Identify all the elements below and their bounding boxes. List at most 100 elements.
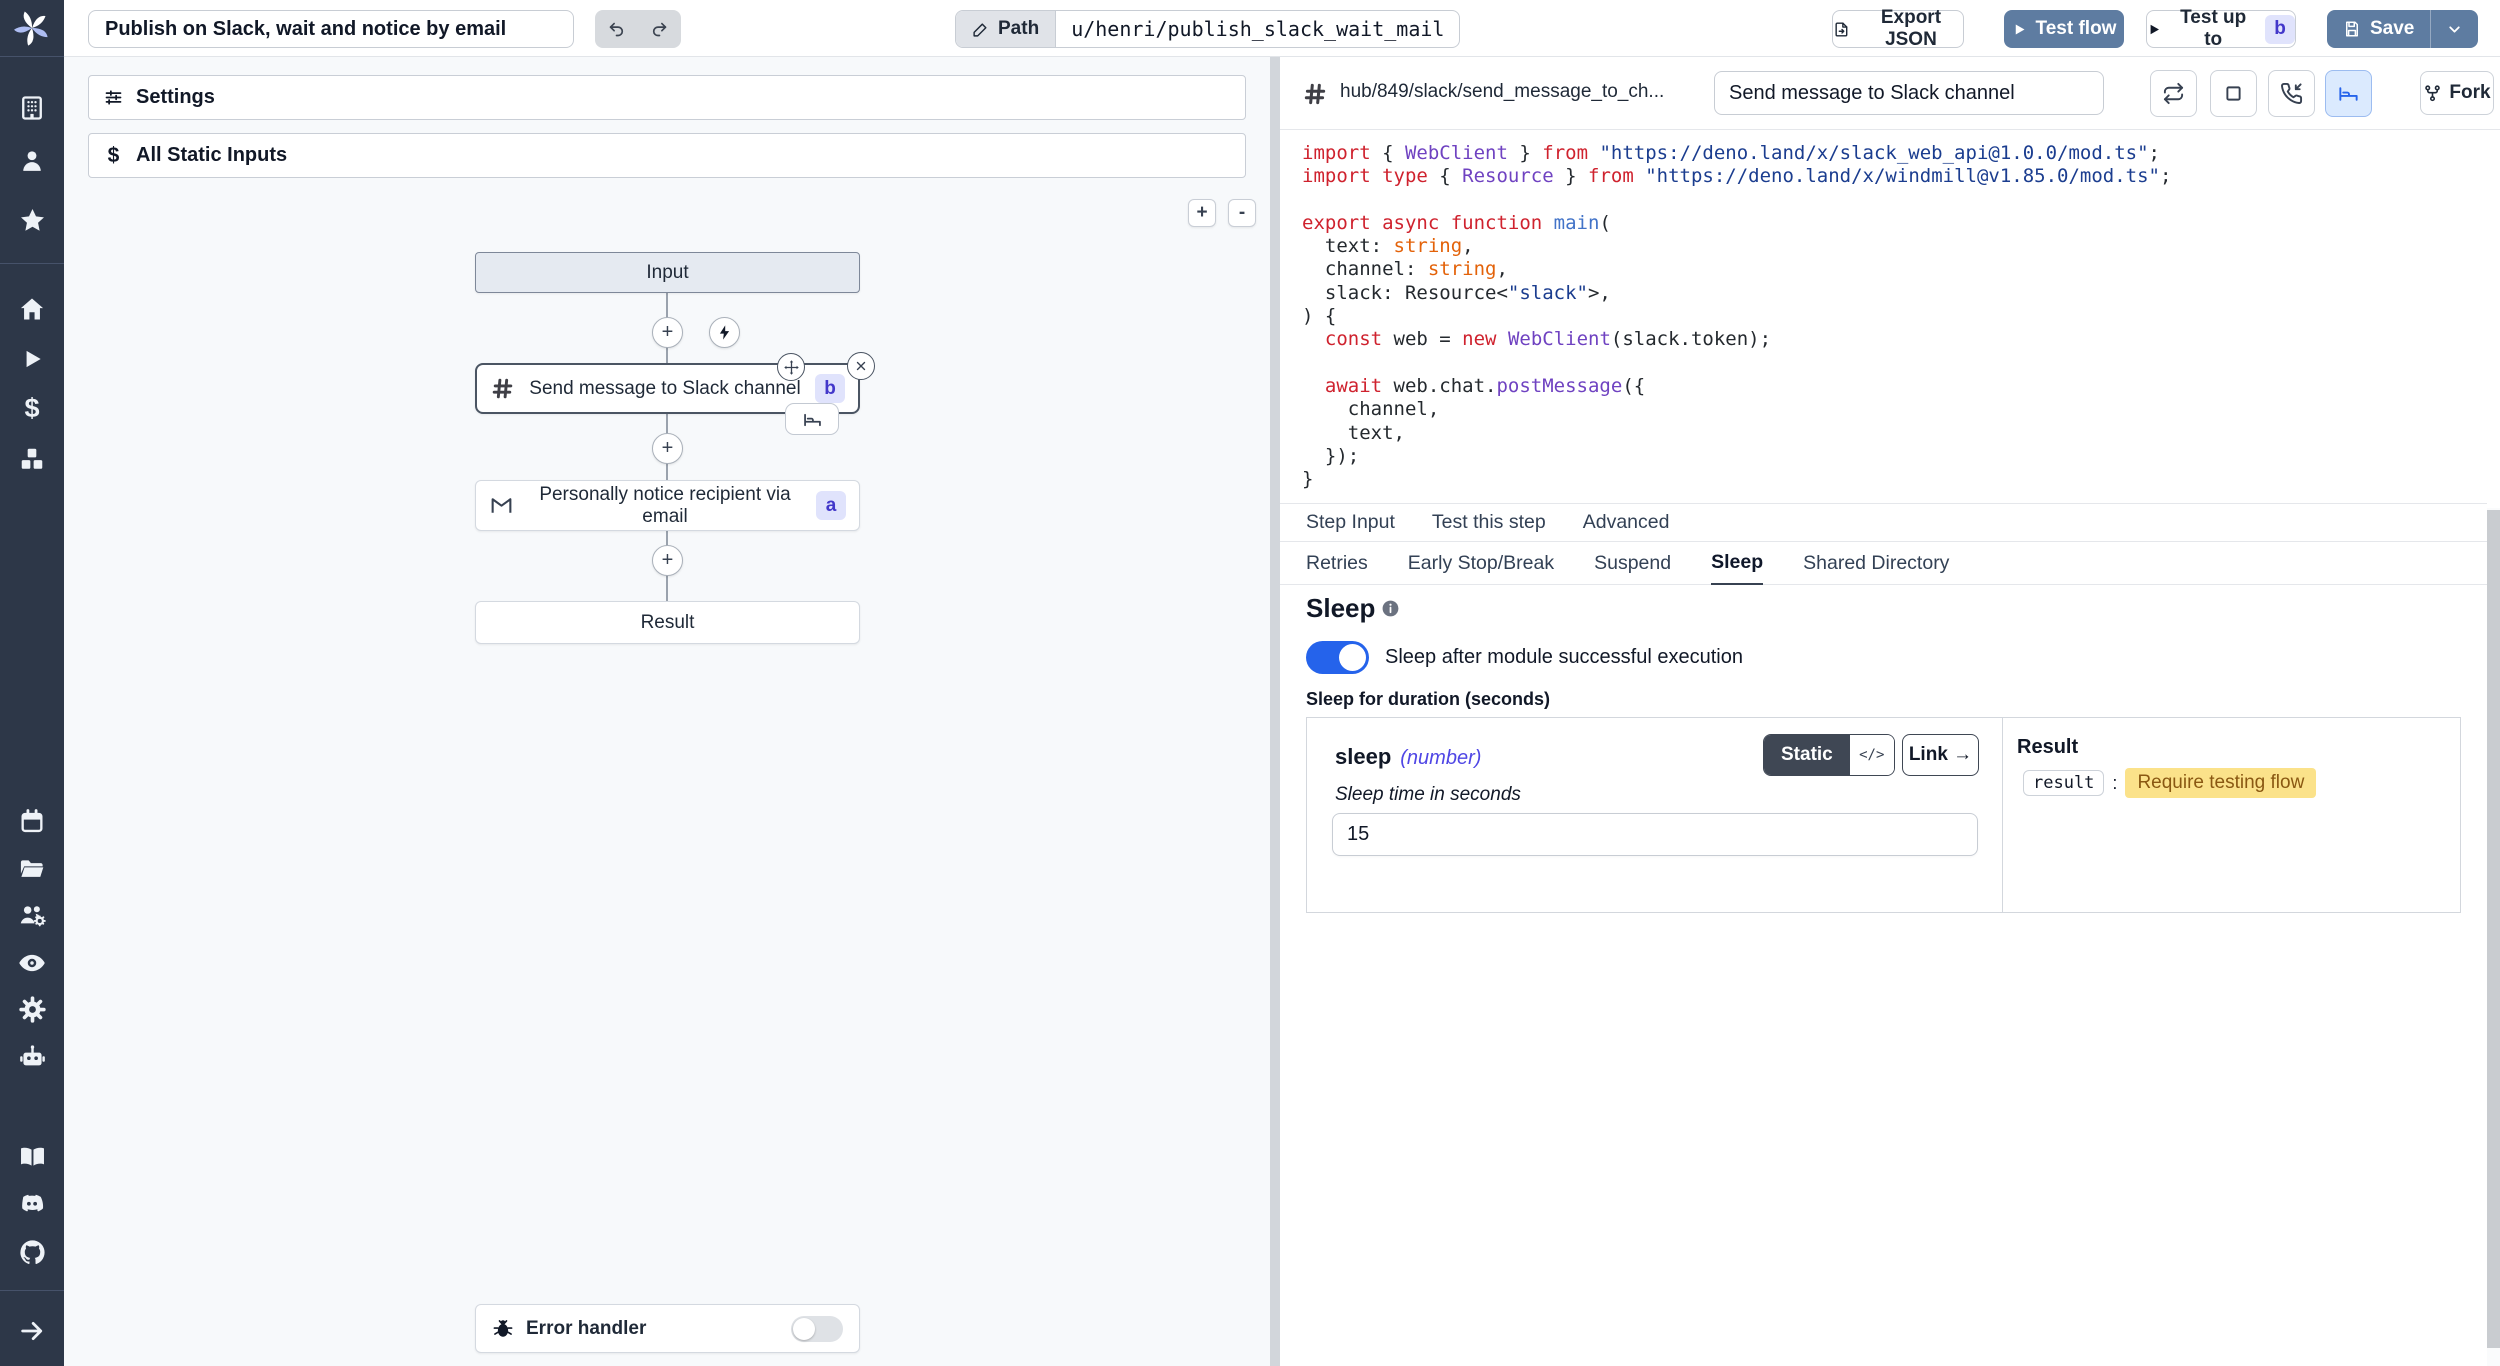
sidebar-divider (0, 263, 64, 264)
flow-node-input[interactable]: Input (475, 252, 860, 293)
bed-icon (2337, 82, 2360, 105)
sidebar-item-audit[interactable] (0, 941, 64, 985)
windmill-logo[interactable] (0, 0, 64, 57)
pencil-icon (972, 21, 989, 38)
early-stop-icon-button[interactable] (2210, 70, 2257, 117)
discord-icon (17, 1189, 47, 1219)
code-brackets-icon: </> (1859, 747, 1884, 763)
export-json-button[interactable]: Export JSON (1832, 10, 1964, 48)
phone-incoming-icon (2280, 82, 2303, 105)
code-line (1302, 189, 2477, 212)
chevron-down-icon (2446, 21, 2463, 38)
sidebar-item-settings[interactable] (0, 987, 64, 1031)
email-node-id-badge: a (816, 491, 846, 520)
step-detail-panel: hub/849/slack/send_message_to_ch... Fork… (1280, 57, 2500, 1366)
insert-step-button[interactable]: + (652, 433, 683, 464)
sidebar-item-resources[interactable] (0, 437, 64, 481)
eye-icon (17, 948, 47, 978)
tab-shared-directory[interactable]: Shared Directory (1803, 542, 1949, 584)
insert-step-button[interactable]: + (652, 317, 683, 348)
zoom-in-button[interactable]: + (1188, 199, 1216, 227)
tab-step-input[interactable]: Step Input (1306, 504, 1395, 541)
stop-square-icon (2223, 83, 2244, 104)
panel-scrollbar-thumb[interactable] (2487, 510, 2500, 1348)
sleep-box-divider (2002, 718, 2003, 912)
redo-button[interactable] (638, 10, 681, 48)
sleep-icon-button[interactable] (2325, 70, 2372, 117)
sidebar-item-github[interactable] (0, 1230, 64, 1274)
sidebar-item-workspace[interactable] (0, 86, 64, 130)
step-name-input[interactable] (1714, 71, 2104, 115)
tab-sleep[interactable]: Sleep (1711, 543, 1763, 585)
save-dropdown-button[interactable] (2431, 10, 2478, 48)
book-open-icon (18, 1142, 47, 1171)
node-sleep-indicator[interactable] (785, 403, 839, 435)
sidebar-item-home[interactable] (0, 287, 64, 331)
save-button[interactable]: Save (2327, 10, 2430, 48)
sidebar-item-runs[interactable] (0, 337, 64, 381)
flow-node-error-handler[interactable]: Error handler (475, 1304, 860, 1353)
sidebar-item-variables[interactable]: $ (0, 386, 64, 430)
sleep-seconds-input[interactable] (1332, 813, 1978, 856)
code-line: await web.chat.postMessage({ (1302, 375, 2477, 398)
bug-icon (492, 1318, 514, 1340)
code-line: export async function main( (1302, 212, 2477, 235)
trigger-step-button[interactable] (709, 317, 740, 348)
flow-node-email[interactable]: Personally notice recipient via email a (475, 480, 860, 531)
panel-splitter[interactable] (1270, 57, 1280, 1366)
suspend-icon-button[interactable] (2268, 70, 2315, 117)
topbar: Path u/henri/publish_slack_wait_mail Exp… (64, 0, 2500, 57)
path-edit-button[interactable]: Path (956, 11, 1056, 47)
link-result-button[interactable]: Link → (1902, 734, 1979, 776)
path-value[interactable]: u/henri/publish_slack_wait_mail (1056, 11, 1459, 47)
static-mode-button[interactable]: Static (1764, 735, 1850, 775)
fork-button[interactable]: Fork (2420, 71, 2494, 115)
all-static-inputs-bar[interactable]: $ All Static Inputs (88, 133, 1246, 178)
toggle-knob (1339, 644, 1366, 671)
step-tabs-primary: Step Input Test this step Advanced (1280, 503, 2487, 542)
expression-mode-button[interactable]: </> (1850, 735, 1894, 775)
test-up-to-button[interactable]: Test up to b (2146, 10, 2296, 48)
path-group: Path u/henri/publish_slack_wait_mail (955, 10, 1460, 48)
tab-retries[interactable]: Retries (1306, 542, 1368, 584)
tab-suspend[interactable]: Suspend (1594, 542, 1671, 584)
export-json-label: Export JSON (1859, 7, 1963, 51)
move-node-handle[interactable] (777, 353, 805, 381)
flow-node-result[interactable]: Result (475, 601, 860, 644)
save-label: Save (2370, 18, 2414, 40)
retries-icon-button[interactable] (2150, 70, 2197, 117)
info-icon[interactable] (1381, 599, 1400, 618)
insert-step-button[interactable]: + (652, 545, 683, 576)
static-mode-label: Static (1781, 744, 1833, 766)
sidebar-item-schedules[interactable] (0, 799, 64, 843)
sidebar-item-docs[interactable] (0, 1134, 64, 1178)
hub-script-path[interactable]: hub/849/slack/send_message_to_ch... (1340, 81, 1700, 103)
flow-settings-bar[interactable]: Settings (88, 75, 1246, 120)
sidebar-item-discord[interactable] (0, 1182, 64, 1226)
sleep-heading-label: Sleep (1306, 593, 1375, 624)
folder-open-icon (18, 855, 46, 883)
error-handler-toggle[interactable] (791, 1316, 843, 1342)
sidebar-item-groups[interactable] (0, 893, 64, 937)
close-icon (854, 359, 868, 373)
dollar-icon: $ (24, 393, 39, 424)
undo-button[interactable] (595, 10, 638, 48)
flow-title-input[interactable] (88, 10, 574, 48)
sidebar-item-folders[interactable] (0, 847, 64, 891)
tab-test-this-step[interactable]: Test this step (1432, 504, 1546, 541)
zoom-out-button[interactable]: - (1228, 199, 1256, 227)
code-line: slack: Resource<"slack">, (1302, 282, 2477, 305)
sidebar-item-favorites[interactable] (0, 198, 64, 242)
delete-node-button[interactable] (847, 352, 875, 380)
tab-early-stop-break[interactable]: Early Stop/Break (1408, 542, 1554, 584)
fork-label: Fork (2449, 82, 2490, 104)
tab-advanced[interactable]: Advanced (1583, 504, 1670, 541)
sidebar-collapse-toggle[interactable] (0, 1309, 64, 1353)
sidebar-item-user[interactable] (0, 139, 64, 183)
test-flow-button[interactable]: Test flow (2004, 10, 2124, 48)
code-editor[interactable]: import { WebClient } from "https://deno.… (1280, 130, 2487, 503)
undo-icon (607, 20, 626, 39)
sleep-enabled-toggle[interactable] (1306, 641, 1369, 674)
sidebar-item-workers[interactable] (0, 1035, 64, 1079)
sliders-icon (103, 87, 124, 108)
